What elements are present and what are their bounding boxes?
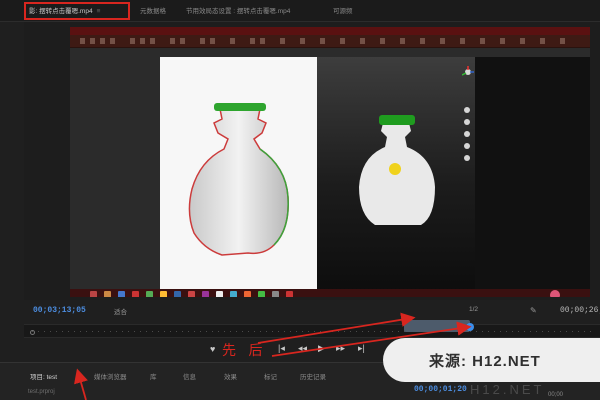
video-frame [70, 27, 590, 297]
tab-effect-controls[interactable]: 节用效局态设置 : 摆转点击覆嗯.mp4 [186, 5, 290, 15]
step-forward-icon[interactable]: ▸| [358, 343, 365, 354]
step-back-icon[interactable]: |◂ [278, 343, 285, 354]
tab-history[interactable]: 历史记录 [300, 371, 326, 381]
program-monitor [24, 22, 600, 300]
timeline-timecode[interactable]: 00;00;01;20 [414, 385, 467, 394]
in-point-marker[interactable] [30, 330, 35, 335]
playback-resolution-select[interactable]: 1/2 [469, 306, 478, 313]
video-3d-viewport [317, 57, 475, 292]
handwritten-annotation: 先 后 [222, 343, 267, 359]
forward-icon[interactable]: ▸▸ [336, 343, 345, 354]
tab-effects[interactable]: 效果 [224, 371, 237, 381]
tab-project[interactable]: 项目: test [30, 371, 57, 381]
tab-audio-meters[interactable]: 可源频 [333, 5, 353, 15]
wrench-icon[interactable]: ✎ [530, 306, 537, 315]
video-left-panel [70, 57, 160, 292]
watermark-ghost-text: H12.NET [470, 382, 545, 397]
scrub-bar[interactable] [24, 324, 600, 338]
play-icon[interactable]: ▶ [318, 343, 325, 354]
current-timecode[interactable]: 00;03;13;05 [33, 306, 86, 315]
viewport-side-tools [460, 107, 474, 187]
duration-timecode: 00;00;26;15 [560, 306, 600, 315]
timeline-ruler-label: 00;00 [548, 392, 564, 398]
tab-info[interactable]: 信息 [183, 371, 196, 381]
rewind-icon[interactable]: ◂◂ [298, 343, 307, 354]
annotation-highlight-box [24, 2, 130, 20]
playhead[interactable] [466, 323, 474, 331]
tab-libraries[interactable]: 库 [150, 371, 157, 381]
vase-drawing [188, 103, 289, 256]
zoom-select[interactable]: 适合 [114, 306, 127, 316]
video-menubar [70, 27, 590, 35]
premiere-window: 影: 摆转点击覆嗯.mp4 ≡ 元数据格 节用效局态设置 : 摆转点击覆嗯.mp4… [0, 0, 600, 400]
tab-markers[interactable]: 标记 [264, 371, 277, 381]
work-area-bar[interactable] [404, 320, 470, 332]
video-tool-strip [70, 48, 590, 57]
vase-3d-model [359, 115, 435, 225]
tab-media-browser[interactable]: 媒体浏览器 [94, 371, 127, 381]
source-watermark: 来源: H12.NET [383, 338, 600, 382]
axis-gizmo-icon [461, 65, 474, 77]
tab-metadata[interactable]: 元数据格 [140, 5, 166, 15]
video-toolbar [70, 35, 590, 48]
video-2d-canvas [160, 57, 317, 292]
monitor-timecode-bar: 00;03;13;05 适合 1/2 ✎ 00;00;26;15 [24, 300, 600, 322]
video-taskbar [70, 289, 590, 297]
project-filename: test.prproj [28, 389, 55, 395]
